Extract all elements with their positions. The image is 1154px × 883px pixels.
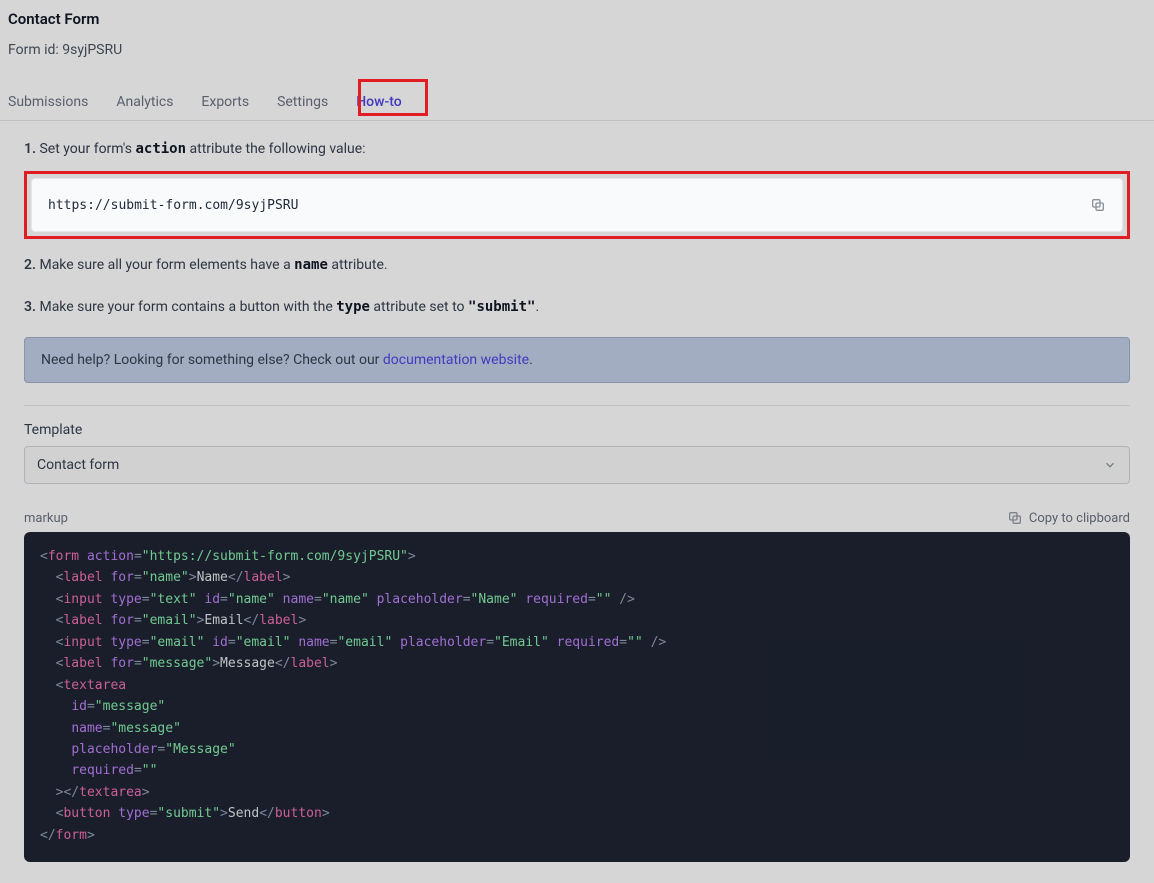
tabs-bar: Submissions Analytics Exports Settings H… <box>0 86 1154 121</box>
action-url-highlight: https://submit-form.com/9syjPSRU <box>24 171 1130 239</box>
step-1-text-b: attribute the following value: <box>186 141 366 157</box>
help-text: Need help? Looking for something else? C… <box>41 352 383 368</box>
action-url-box: https://submit-form.com/9syjPSRU <box>31 178 1123 232</box>
step-3-code: type <box>336 299 370 315</box>
form-id-value: 9syjPSRU <box>62 42 122 58</box>
step-2: 2. Make sure all your form elements have… <box>24 257 1130 273</box>
step-3: 3. Make sure your form contains a button… <box>24 299 1130 315</box>
step-1-code: action <box>135 141 186 157</box>
tab-analytics[interactable]: Analytics <box>116 86 173 120</box>
template-label: Template <box>24 422 1130 438</box>
action-url-value: https://submit-form.com/9syjPSRU <box>48 198 298 213</box>
step-2-num: 2. <box>24 257 36 273</box>
step-2-text-b: attribute. <box>328 257 388 273</box>
step-1-num: 1. <box>24 141 36 157</box>
template-select[interactable]: Contact form <box>24 446 1130 484</box>
step-2-text-a: Make sure all your form elements have a <box>39 257 294 273</box>
tab-exports[interactable]: Exports <box>201 86 249 120</box>
code-block: <form action="https://submit-form.com/9s… <box>24 532 1130 862</box>
step-3-num: 3. <box>24 299 36 315</box>
chevron-down-icon <box>1103 458 1117 472</box>
step-3-text-c: . <box>535 299 539 315</box>
step-1-text-a: Set your form's <box>39 141 135 157</box>
page-title: Contact Form <box>8 10 1146 28</box>
help-callout: Need help? Looking for something else? C… <box>24 337 1130 383</box>
step-1: 1. Set your form's action attribute the … <box>24 141 1130 157</box>
code-label: markup <box>24 511 68 526</box>
help-dot: . <box>529 352 533 368</box>
template-selected-value: Contact form <box>37 457 119 473</box>
tab-how-to[interactable]: How-to <box>356 86 401 120</box>
copy-to-clipboard-label: Copy to clipboard <box>1029 511 1130 526</box>
step-3-code2: "submit" <box>468 299 535 315</box>
documentation-link[interactable]: documentation website <box>383 352 529 368</box>
tab-submissions[interactable]: Submissions <box>8 86 88 120</box>
step-2-code: name <box>294 257 328 273</box>
divider <box>24 405 1130 406</box>
copy-icon[interactable] <box>1090 197 1106 213</box>
step-3-text-b: attribute set to <box>370 299 468 315</box>
form-id-line: Form id: 9syjPSRU <box>8 42 1146 58</box>
step-3-text-a: Make sure your form contains a button wi… <box>39 299 336 315</box>
form-id-label: Form id: <box>8 42 59 58</box>
copy-to-clipboard-button[interactable]: Copy to clipboard <box>1007 510 1130 526</box>
copy-icon <box>1007 510 1023 526</box>
tab-settings[interactable]: Settings <box>277 86 328 120</box>
